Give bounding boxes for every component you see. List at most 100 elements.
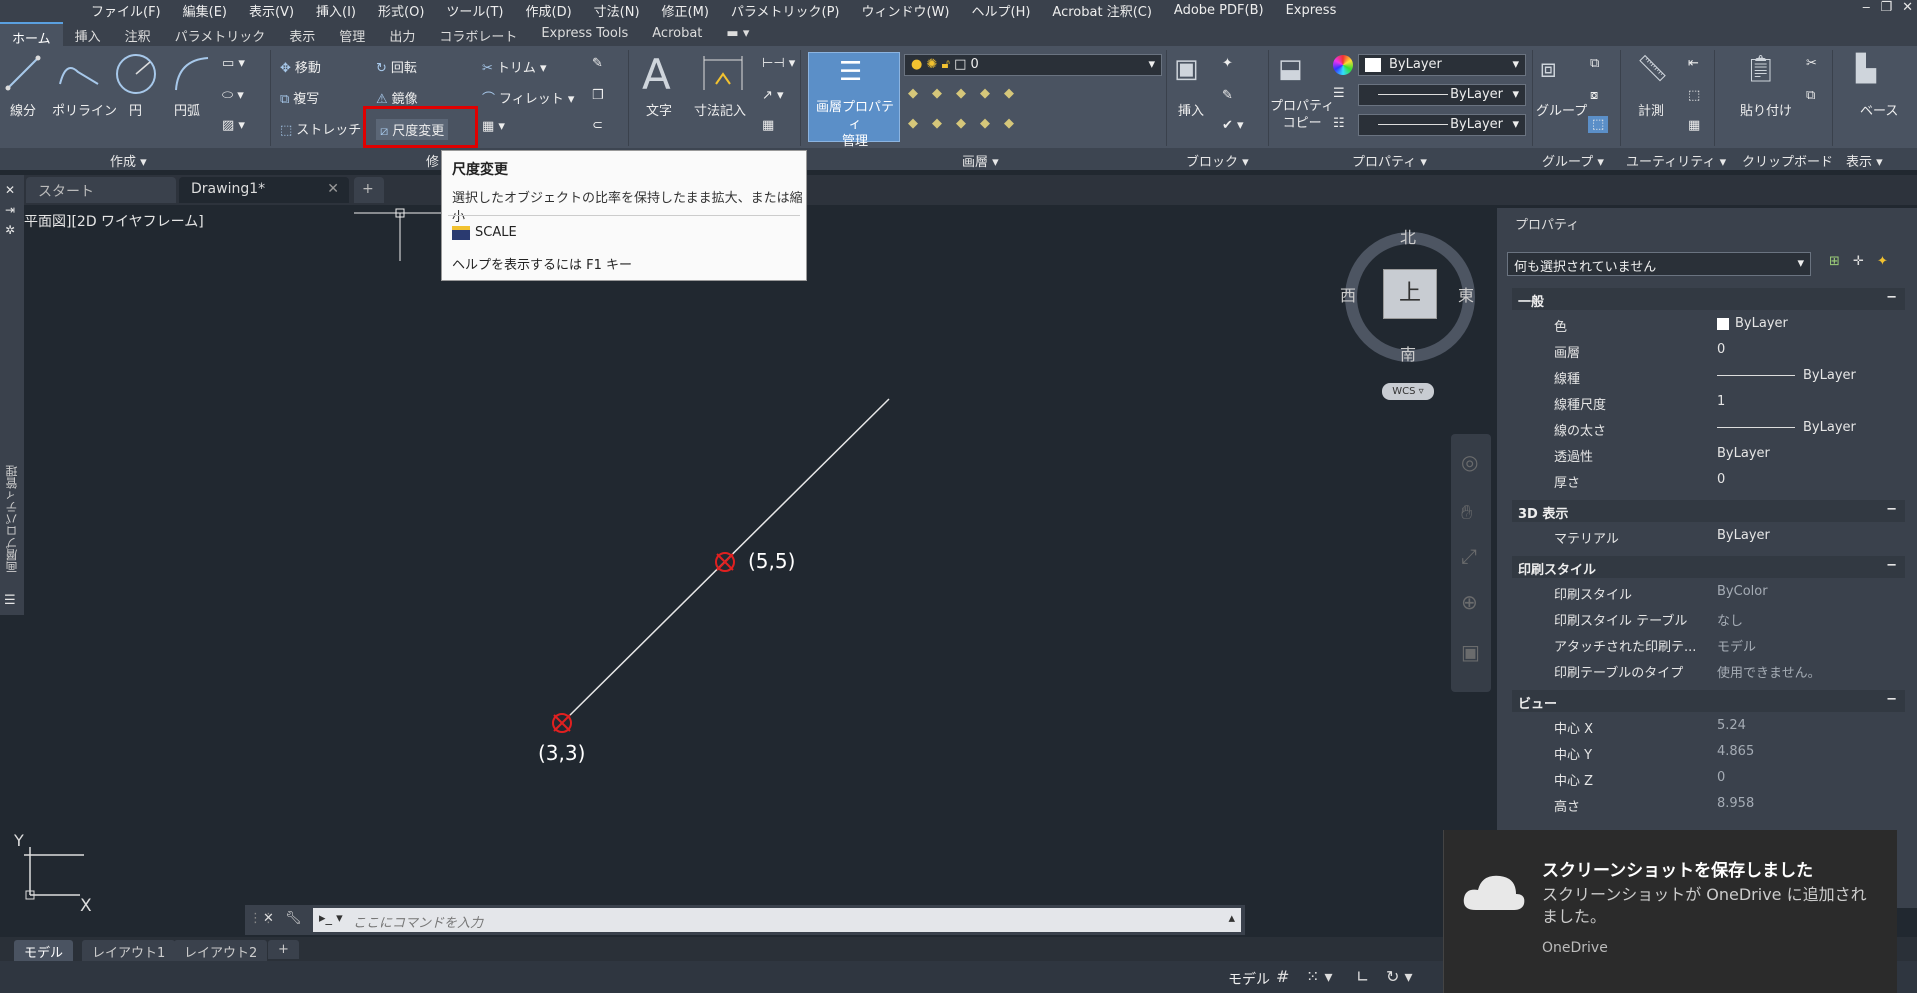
match-properties-button[interactable]: プロパティ コピー bbox=[1270, 98, 1334, 132]
menu-modify[interactable]: 修正(M) bbox=[651, 1, 720, 20]
close-tab-icon[interactable]: ✕ bbox=[327, 181, 339, 197]
grid-icon[interactable]: # bbox=[1276, 967, 1289, 986]
polyline-button[interactable]: ポリライン bbox=[52, 100, 117, 119]
dimension-button[interactable]: 寸法記入 bbox=[694, 100, 746, 119]
tab-home[interactable]: ホーム bbox=[0, 22, 63, 47]
selection-dropdown[interactable]: 何も選択されていません ▾ bbox=[1507, 252, 1811, 276]
menu-edit[interactable]: 編集(E) bbox=[172, 1, 238, 20]
wrench-icon[interactable]: 🔧︎ bbox=[285, 911, 302, 926]
property-row[interactable]: 厚さ 0 bbox=[1512, 468, 1905, 494]
tab-collaborate[interactable]: コラボレート bbox=[427, 22, 529, 46]
calculator-icon[interactable]: ▦ bbox=[1688, 118, 1700, 133]
menu-view[interactable]: 表示(V) bbox=[238, 1, 305, 20]
array-icon[interactable]: ▦ ▾ bbox=[482, 119, 505, 134]
insert-button[interactable]: 挿入 bbox=[1178, 100, 1204, 119]
quick-select-icon[interactable]: ✦ bbox=[1877, 254, 1888, 269]
command-history-icon[interactable]: ▴ bbox=[1228, 911, 1235, 926]
tab-view[interactable]: 表示 bbox=[277, 22, 327, 46]
panel-view-label[interactable]: 表示 ▾ bbox=[1846, 151, 1883, 170]
property-row[interactable]: 色 ByLayer bbox=[1512, 312, 1905, 338]
steering-wheel-icon[interactable]: ◎ bbox=[1461, 450, 1478, 474]
collapse-icon[interactable]: − bbox=[1886, 692, 1897, 707]
fillet-button[interactable]: ⌒ フィレット ▾ bbox=[482, 88, 574, 107]
circle-button[interactable]: 円 bbox=[129, 100, 142, 119]
zoom-icon[interactable]: ⤢ bbox=[1461, 544, 1477, 568]
restore-icon[interactable]: ❐ bbox=[1880, 0, 1892, 15]
block-attribute-icon[interactable]: ✔ ▾ bbox=[1222, 118, 1244, 133]
menu-tools[interactable]: ツール(T) bbox=[435, 1, 514, 20]
collapse-icon[interactable]: − bbox=[1886, 558, 1897, 573]
property-row[interactable]: 中心 Y 4.865 bbox=[1512, 740, 1905, 766]
tab-annotate[interactable]: 注釈 bbox=[113, 22, 163, 46]
mirror-button[interactable]: ⚠ 鏡像 bbox=[376, 88, 418, 107]
line-button[interactable]: 線分 bbox=[10, 100, 36, 119]
panel-modify-label[interactable]: 修 bbox=[426, 151, 439, 170]
leader-icon[interactable]: ↗ ▾ bbox=[762, 88, 784, 103]
property-row[interactable]: 画層 0 bbox=[1512, 338, 1905, 364]
tab-layout1[interactable]: レイアウト1 bbox=[82, 940, 176, 963]
rectangle-icon[interactable]: ▭ ▾ bbox=[222, 56, 245, 71]
collapse-icon[interactable]: − bbox=[1886, 290, 1897, 305]
tab-start[interactable]: スタート bbox=[26, 177, 176, 203]
group-button[interactable]: グループ bbox=[1536, 100, 1587, 119]
property-row[interactable]: マテリアル ByLayer bbox=[1512, 524, 1905, 550]
linear-dim-icon[interactable]: ⊢⊣ ▾ bbox=[762, 56, 795, 71]
menu-draw[interactable]: 作成(D) bbox=[515, 1, 583, 20]
section-header[interactable]: 印刷スタイル − bbox=[1512, 556, 1905, 578]
menu-format[interactable]: 形式(O) bbox=[367, 1, 435, 20]
hatch-icon[interactable]: ▨ ▾ bbox=[222, 118, 245, 133]
workspace-toggle-icon[interactable]: ▬ ▾ bbox=[714, 22, 761, 46]
drawing-canvas[interactable]: 平面図][2D ワイヤフレーム] (3,3) (5,5) Y bbox=[14, 205, 1497, 905]
menu-insert[interactable]: 挿入(I) bbox=[305, 1, 367, 20]
tab-model[interactable]: モデル bbox=[14, 940, 74, 963]
cut-icon[interactable]: ✂ bbox=[1806, 56, 1817, 71]
table-icon[interactable]: ▦ bbox=[762, 118, 774, 133]
orbit-icon[interactable]: ⊕ bbox=[1461, 590, 1478, 614]
panel-utilities-label[interactable]: ユーティリティ ▾ bbox=[1626, 151, 1726, 170]
create-block-icon[interactable]: ✦ bbox=[1222, 56, 1233, 71]
group-select-icon[interactable]: ⬚ bbox=[1588, 116, 1609, 133]
property-row[interactable]: 線種尺度 1 bbox=[1512, 390, 1905, 416]
property-row[interactable]: 印刷スタイル テーブル なし bbox=[1512, 606, 1905, 632]
onedrive-toast[interactable]: スクリーンショットを保存しました スクリーンショットが OneDrive に追加… bbox=[1443, 830, 1897, 993]
move-button[interactable]: ✥ 移動 bbox=[280, 57, 321, 76]
offset-icon[interactable]: ⊂ bbox=[592, 118, 603, 133]
tab-insert[interactable]: 挿入 bbox=[63, 22, 113, 46]
ungroup-icon[interactable]: ⧉ bbox=[1590, 56, 1599, 71]
measure-button[interactable]: 計測 bbox=[1638, 100, 1664, 119]
group-edit-icon[interactable]: ⧇ bbox=[1590, 88, 1598, 103]
wcs-menu[interactable]: WCS ▿ bbox=[1382, 383, 1434, 400]
ellipse-icon[interactable]: ⬭ ▾ bbox=[222, 88, 244, 103]
rotate-button[interactable]: ↻ 回転 bbox=[376, 57, 417, 76]
menu-file[interactable]: ファイル(F) bbox=[80, 1, 172, 20]
snap-icon[interactable]: ⁙ ▾ bbox=[1306, 967, 1333, 986]
property-row[interactable]: 線種 ByLayer bbox=[1512, 364, 1905, 390]
copy-clip-icon[interactable]: ⧉ bbox=[1806, 88, 1815, 103]
compass-west[interactable]: 西 bbox=[1340, 282, 1356, 306]
erase-icon[interactable]: ✎ bbox=[592, 56, 603, 71]
toggle-pickadd-icon[interactable]: ⊞ bbox=[1829, 254, 1840, 269]
stretch-button[interactable]: ⬚ ストレッチ bbox=[280, 119, 361, 138]
property-row[interactable]: アタッチされた印刷テ... モデル bbox=[1512, 632, 1905, 658]
model-space-button[interactable]: モデル bbox=[1228, 969, 1270, 989]
arc-button[interactable]: 円弧 bbox=[174, 100, 200, 119]
menu-adobe-pdf[interactable]: Adobe PDF(B) bbox=[1163, 3, 1275, 18]
select-objects-icon[interactable]: ✛ bbox=[1853, 254, 1864, 269]
panel-draw-label[interactable]: 作成 ▾ bbox=[110, 151, 147, 170]
compass-east[interactable]: 東 bbox=[1458, 282, 1474, 306]
explode-icon[interactable]: ❒ bbox=[592, 88, 604, 103]
tab-output[interactable]: 出力 bbox=[377, 22, 427, 46]
menu-dimension[interactable]: 寸法(N) bbox=[583, 1, 651, 20]
panel-clipboard-label[interactable]: クリップボード bbox=[1742, 151, 1833, 170]
command-prompt-icon[interactable]: ▸_ ▾ bbox=[319, 911, 343, 926]
menu-express[interactable]: Express bbox=[1275, 3, 1348, 18]
tab-drawing1[interactable]: Drawing1* ✕ bbox=[179, 177, 349, 203]
new-tab-icon[interactable]: + bbox=[354, 177, 384, 203]
property-row[interactable]: 印刷スタイル ByColor bbox=[1512, 580, 1905, 606]
property-row[interactable]: 線の太さ ByLayer bbox=[1512, 416, 1905, 442]
text-button[interactable]: 文字 bbox=[646, 100, 672, 119]
panel-layers-label[interactable]: 画層 ▾ bbox=[962, 151, 999, 170]
section-header[interactable]: 一般 − bbox=[1512, 288, 1905, 310]
section-header[interactable]: ビュー − bbox=[1512, 690, 1905, 712]
collapse-icon[interactable]: − bbox=[1886, 502, 1897, 517]
